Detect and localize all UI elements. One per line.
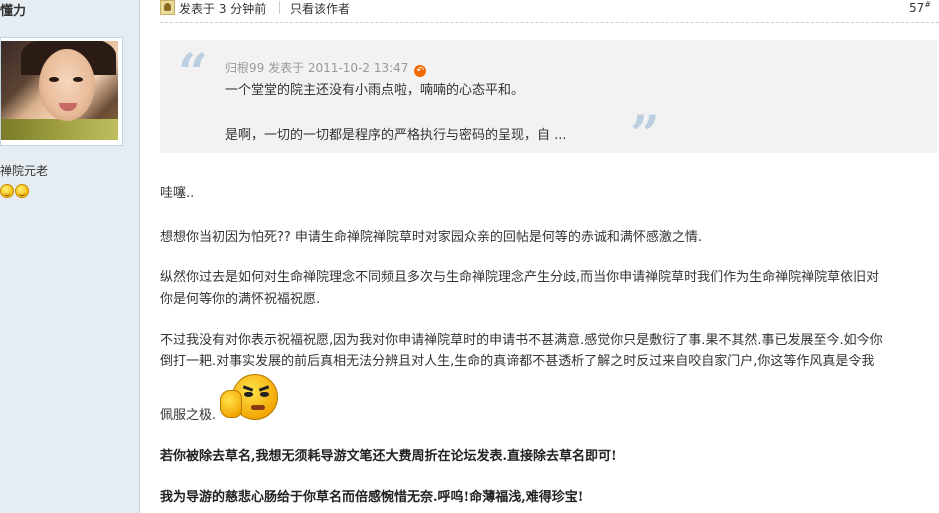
post-paragraph: 倒打一耙.对事实发展的前后真相无法分辨且对人生,生命的真谛都不甚透析了解之时反过… xyxy=(160,354,875,369)
quote-author-time: 归根99 发表于 2011-10-2 13:47 xyxy=(225,61,409,75)
smiley-icon xyxy=(15,184,29,198)
posted-time: 发表于 3 分钟前 xyxy=(179,2,267,16)
floor-number[interactable]: 57# xyxy=(909,0,931,15)
smiley-icon xyxy=(0,184,14,198)
post-paragraph: 你是何等你的满怀祝福祝愿. xyxy=(160,292,321,307)
post-header: 发表于 3 分钟前 只看该作者 57# xyxy=(160,0,939,23)
author-sidebar: 懂力 禅院元老 xyxy=(0,0,140,513)
author-name[interactable]: 懂力 xyxy=(0,0,26,19)
user-group[interactable]: 禅院元老 xyxy=(0,162,48,179)
rank-icons xyxy=(0,183,30,202)
thumbs-up-emoticon xyxy=(220,372,280,422)
quote-meta: 归根99 发表于 2011-10-2 13:47 ↶ xyxy=(225,59,427,77)
floor-value: 57 xyxy=(909,1,925,15)
quote-open-icon: “ xyxy=(178,43,208,104)
post-paragraph-bold: 我为导游的慈悲心肠给于你草名而倍感惋惜无奈.呼呜!命薄福浅,难得珍宝! xyxy=(160,490,584,505)
post-paragraph: 哇噻.. xyxy=(160,186,195,201)
avatar[interactable] xyxy=(0,37,123,146)
quote-close-icon: ” xyxy=(630,105,660,166)
post-paragraph: 佩服之极. xyxy=(160,408,217,423)
floor-mark: # xyxy=(924,0,931,9)
post-paragraph: 不过我没有对你表示祝福祝愿,因为我对你申请禅院草时的申请书不甚满意.感觉你只是敷… xyxy=(160,333,883,348)
quote-text-line: 一个堂堂的院主还没有小雨点啦，喃喃的心态平和。 xyxy=(225,83,525,98)
view-author-only-link[interactable]: 只看该作者 xyxy=(290,0,350,17)
post-paragraph: 纵然你过去是如何对生命禅院理念不同频且多次与生命禅院理念产生分歧,而当你申请禅院… xyxy=(160,270,880,285)
post-paragraph-bold: 若你被除去草名,我想无须耗导游文笔还大费周折在论坛发表.直接除去草名即可! xyxy=(160,449,617,464)
reply-arrow-icon[interactable]: ↶ xyxy=(414,65,427,77)
post-paragraph: 想想你当初因为怕死?? 申请生命禅院禅院草时对家园众亲的回帖是何等的赤诚和满怀感… xyxy=(160,230,703,245)
quote-block: “ 归根99 发表于 2011-10-2 13:47 ↶ 一个堂堂的院主还没有小… xyxy=(160,40,937,162)
divider xyxy=(279,1,280,14)
avatar-image xyxy=(1,41,118,140)
user-post-icon xyxy=(160,0,175,15)
quote-text-line: 是啊，一切的一切都是程序的严格执行与密码的呈现，自 ... xyxy=(225,128,567,143)
